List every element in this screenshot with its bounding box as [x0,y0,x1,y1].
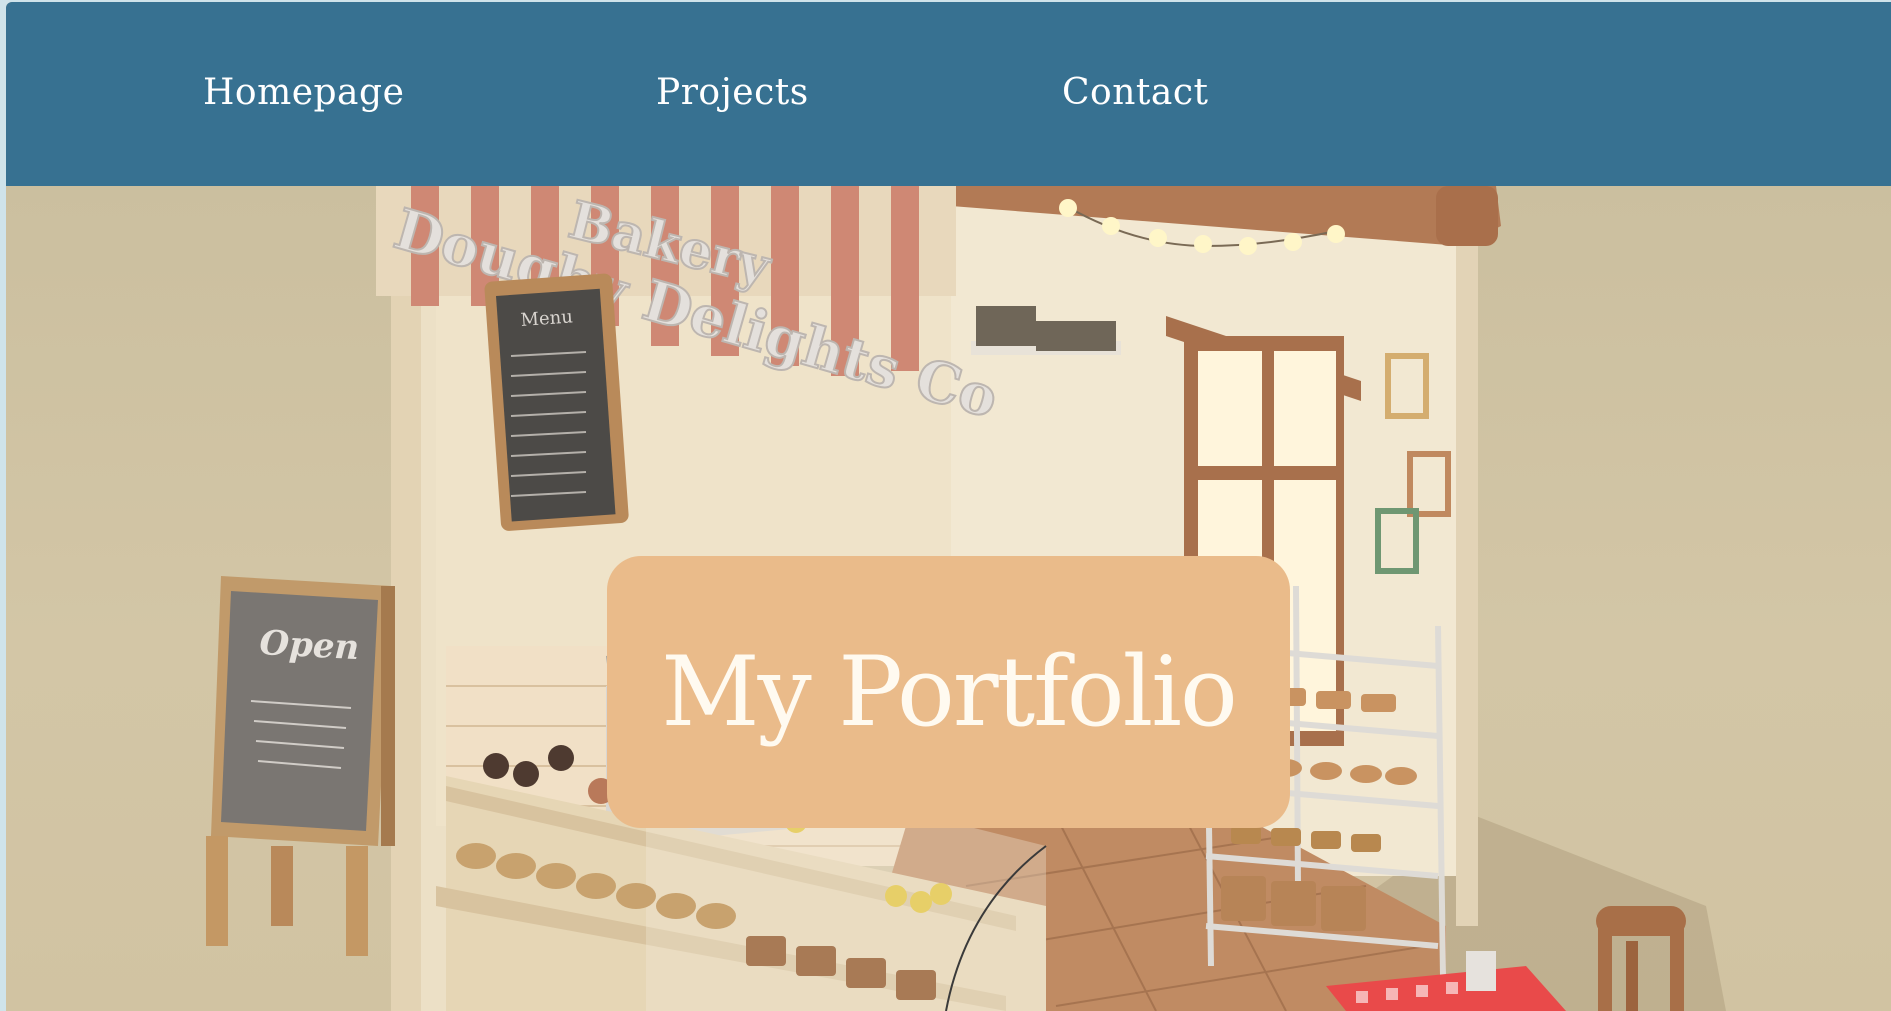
nav-homepage-link[interactable]: Homepage [203,72,404,113]
sandwich-board-heading: Open [259,623,361,668]
page-title: My Portfolio [661,636,1238,748]
nav-projects-link[interactable]: Projects [656,72,809,113]
top-navbar: Homepage Projects Contact [6,2,1891,186]
nav-contact-link[interactable]: Contact [1062,72,1208,113]
title-card: My Portfolio [607,556,1290,828]
menu-board-title: Menu [520,306,574,331]
menu-chalkboard: Menu [484,273,629,531]
sandwich-board-sign: Open [206,576,395,956]
hero-section: Bakery Doughy Delights Co Menu Open My P… [6,186,1891,1011]
page-frame: Homepage Projects Contact Bakery Doughy … [6,2,1891,1011]
